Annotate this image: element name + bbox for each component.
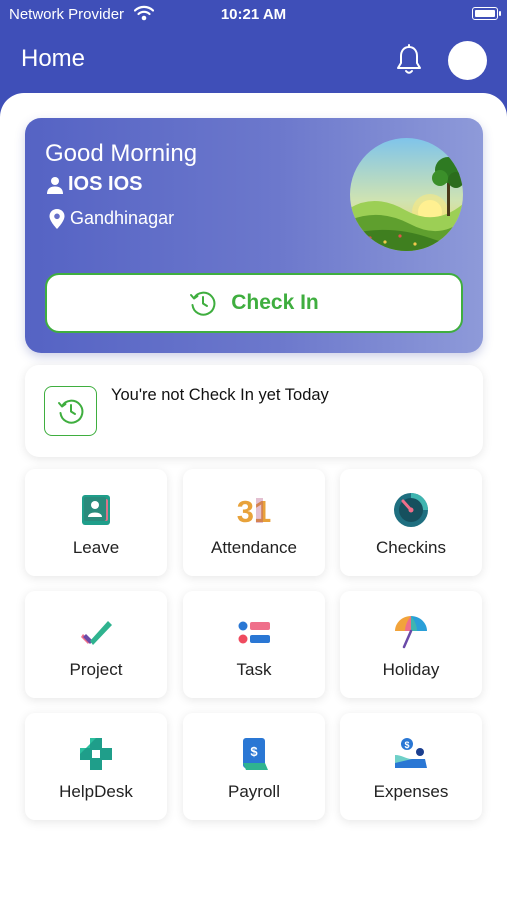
calendar-31-icon: 31	[237, 494, 271, 529]
svg-text:$: $	[404, 740, 409, 750]
notice-icon-box	[44, 386, 97, 436]
tile-checkins[interactable]: Checkins	[340, 469, 482, 576]
check-in-label: Check In	[231, 291, 319, 314]
tile-payroll[interactable]: $ Payroll	[183, 713, 325, 820]
bell-icon[interactable]	[394, 44, 424, 76]
check-in-status-card: You're not Check In yet Today	[25, 365, 483, 457]
location-text: Gandhinagar	[70, 208, 175, 228]
tile-label: Holiday	[382, 660, 440, 679]
tile-label: Task	[236, 660, 272, 679]
tile-label: HelpDesk	[59, 782, 133, 801]
tile-attendance[interactable]: 31 Attendance	[183, 469, 325, 576]
morning-landscape-image	[350, 138, 463, 251]
person-icon	[47, 176, 63, 194]
leave-icon	[82, 495, 110, 525]
task-list-icon	[238, 621, 270, 644]
check-in-button[interactable]: Check In	[45, 273, 463, 333]
profile-avatar[interactable]	[448, 41, 487, 80]
status-time: 10:21 AM	[220, 6, 287, 23]
tile-label: Checkins	[376, 538, 446, 557]
greeting-text: Good Morning	[45, 140, 198, 167]
tile-expenses[interactable]: $ Expenses	[340, 713, 482, 820]
notice-text: You're not Check In yet Today	[111, 386, 329, 404]
expenses-icon: $	[395, 738, 427, 768]
payroll-receipt-icon: $	[243, 738, 268, 770]
gauge-icon	[394, 493, 428, 527]
calendar-number: 31	[237, 494, 271, 529]
tile-label: Expenses	[373, 782, 449, 801]
tile-helpdesk[interactable]: HelpDesk	[25, 713, 167, 820]
status-bar: Network Provider 10:21 AM	[0, 0, 507, 30]
clock-refresh-icon	[190, 291, 216, 316]
helpdesk-cross-icon	[80, 738, 112, 770]
svg-text:$: $	[250, 744, 258, 759]
location-pin-icon	[49, 208, 65, 229]
tile-label: Leave	[72, 538, 120, 557]
tile-label: Payroll	[228, 782, 280, 801]
page-title: Home	[21, 45, 86, 72]
tile-leave[interactable]: Leave	[25, 469, 167, 576]
project-check-icon	[81, 621, 112, 645]
tile-holiday[interactable]: Holiday	[340, 591, 482, 698]
tile-task[interactable]: Task	[183, 591, 325, 698]
greeting-card: Good Morning IOS IOS Gandhinagar Check I…	[25, 118, 483, 353]
umbrella-icon	[395, 616, 427, 649]
tile-label: Project	[69, 660, 123, 679]
app-bar: Home	[0, 30, 507, 92]
tile-project[interactable]: Project	[25, 591, 167, 698]
tile-label: Attendance	[210, 538, 297, 557]
battery-icon	[472, 7, 501, 20]
clock-refresh-icon	[57, 399, 83, 424]
user-row: IOS IOS	[45, 173, 142, 196]
user-name: IOS IOS	[68, 173, 143, 195]
location-row: Gandhinagar	[49, 208, 174, 229]
